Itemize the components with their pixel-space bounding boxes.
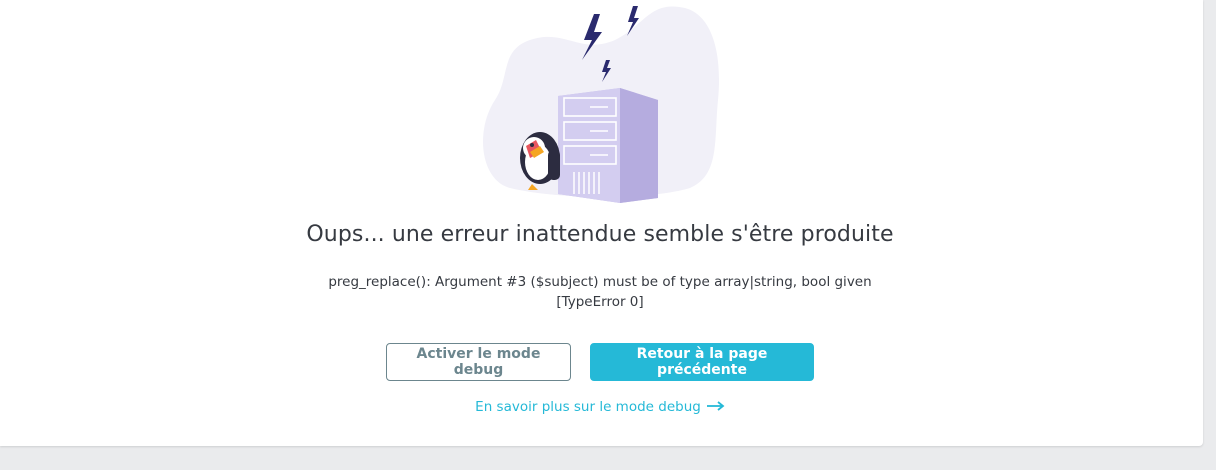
error-title: Oups... une erreur inattendue semble s'ê… [306, 222, 894, 247]
back-button[interactable]: Retour à la page précédente [590, 343, 814, 381]
error-card: Oups... une erreur inattendue semble s'ê… [0, 0, 1203, 446]
arrow-right-icon [706, 399, 725, 415]
learn-more-link-label: En savoir plus sur le mode debug [475, 399, 701, 415]
error-message-text: preg_replace(): Argument #3 ($subject) m… [328, 274, 872, 290]
server-icon [558, 88, 658, 203]
error-illustration [470, 0, 730, 210]
action-buttons: Activer le mode debug Retour à la page p… [0, 343, 1200, 381]
error-message: preg_replace(): Argument #3 ($subject) m… [0, 272, 1200, 312]
learn-more-link[interactable]: En savoir plus sur le mode debug [0, 399, 1200, 415]
error-code: [TypeError 0] [556, 294, 644, 310]
enable-debug-button[interactable]: Activer le mode debug [386, 343, 571, 381]
